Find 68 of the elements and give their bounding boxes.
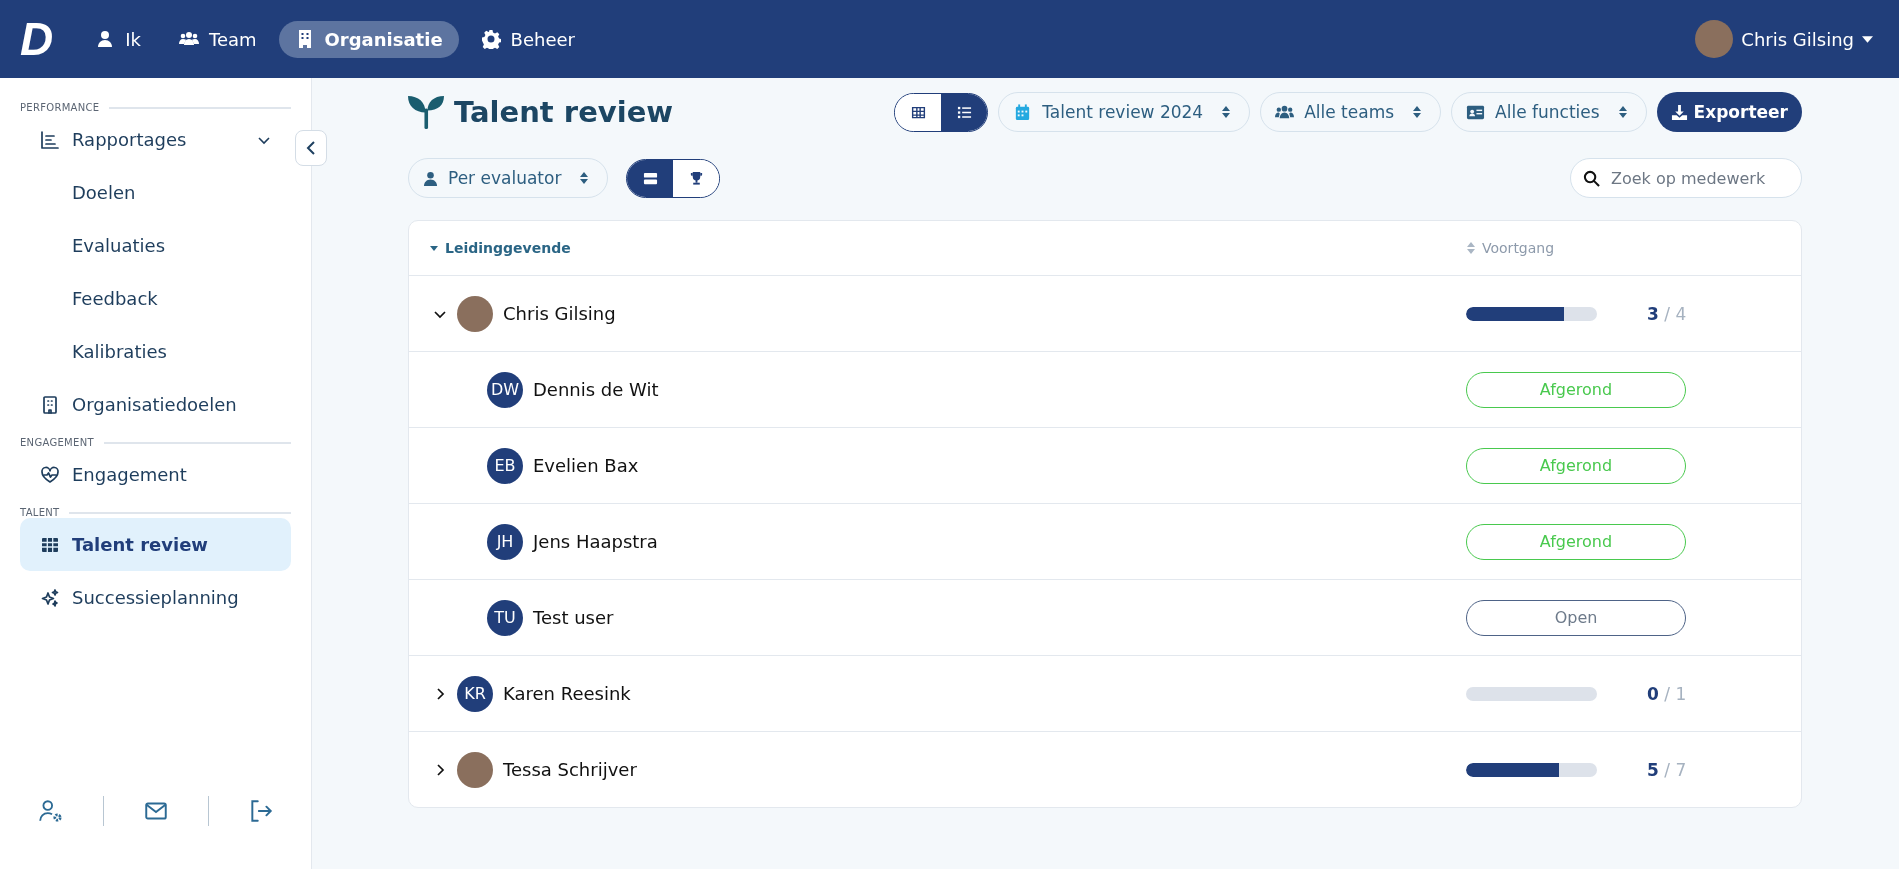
list-icon [956,104,972,120]
sidebar-item[interactable]: Engagement [20,448,291,501]
sidebar-subitem[interactable]: Kalibraties [20,325,291,378]
progress-count: 0 / 1 [1647,683,1687,704]
sprout-icon [408,95,444,129]
sidebar-item[interactable]: Talent review [20,518,291,571]
nav-tab[interactable]: Beheer [464,20,591,58]
employee-name: Dennis de Wit [533,379,659,400]
sidebar-item[interactable]: Successieplanning [20,571,291,624]
avatar-initials: TU [487,599,523,636]
avatar-photo-placeholder [457,751,493,788]
sidebar-subitem[interactable]: Feedback [20,272,291,325]
nav-tab[interactable]: Organisatie [278,20,459,58]
employee-name: Test user [533,607,614,628]
sparkle-icon [40,587,60,608]
section-label: TALENT [20,507,60,518]
filter-select[interactable]: Alle functies [1451,92,1647,132]
user-settings-icon[interactable] [37,798,64,824]
column-header[interactable]: Leidinggevende [409,240,1466,256]
sort-icon [1221,105,1232,119]
search-field[interactable]: Zoek op medewerk [1570,158,1802,198]
group-select[interactable]: Per evaluator [408,158,609,198]
user-tie-icon [423,170,438,186]
sidebar-item[interactable]: Organisatiedoelen [20,378,291,431]
section-label: PERFORMANCE [20,102,100,113]
progress-count: 5 / 7 [1647,759,1687,780]
filter-select[interactable]: Alle teams [1260,92,1442,132]
export-button[interactable]: Exporteer [1656,92,1802,132]
trophy-button[interactable] [673,159,720,197]
manager-name: Chris Gilsing [503,303,616,324]
sidebar-item[interactable]: Rapportages [20,113,291,166]
avatar-initials: EB [487,447,523,484]
section-label: ENGAGEMENT [20,437,94,448]
sort-icon [1412,105,1423,119]
rows-icon [642,170,658,186]
rows-view-button[interactable] [627,159,674,197]
list-view-button[interactable] [941,93,988,131]
manager-name: Karen Reesink [503,683,631,704]
filter-select[interactable]: Talent review 2024 [998,92,1251,132]
gear-icon [480,29,501,49]
employee-name: Evelien Bax [533,455,639,476]
progress-count: 3 / 4 [1647,303,1687,324]
manager-name: Tessa Schrijver [503,759,637,780]
grid-view-button[interactable] [895,93,942,131]
employee-name: Jens Haapstra [533,531,658,552]
avatar-initials: KR [457,675,493,712]
bar-list-icon [40,129,60,150]
grid-icon [910,104,926,120]
avatar-photo-placeholder [457,295,493,332]
building-icon [40,394,60,415]
sidebar-subitem[interactable]: Evaluaties [20,219,291,272]
heart-pulse-icon [40,464,60,485]
user-menu[interactable]: Chris Gilsing [1695,20,1879,58]
page-title: Talent review [454,95,674,129]
nav-tab[interactable]: Team [162,20,273,58]
avatar-photo-placeholder [1695,20,1734,58]
caret-icon [1862,35,1873,43]
trophy-icon [688,170,704,186]
sort-icon [579,171,590,185]
download-icon [1670,103,1688,121]
nav-tab[interactable]: Ik [79,20,157,58]
avatar-initials: JH [487,523,523,560]
sort-icon [1617,105,1628,119]
collapse-button[interactable] [295,130,327,166]
sidebar-subitem[interactable]: Doelen [20,166,291,219]
avatar-initials: DW [487,371,523,408]
chevron-left-icon [306,140,316,156]
logo[interactable]: D [20,12,52,66]
